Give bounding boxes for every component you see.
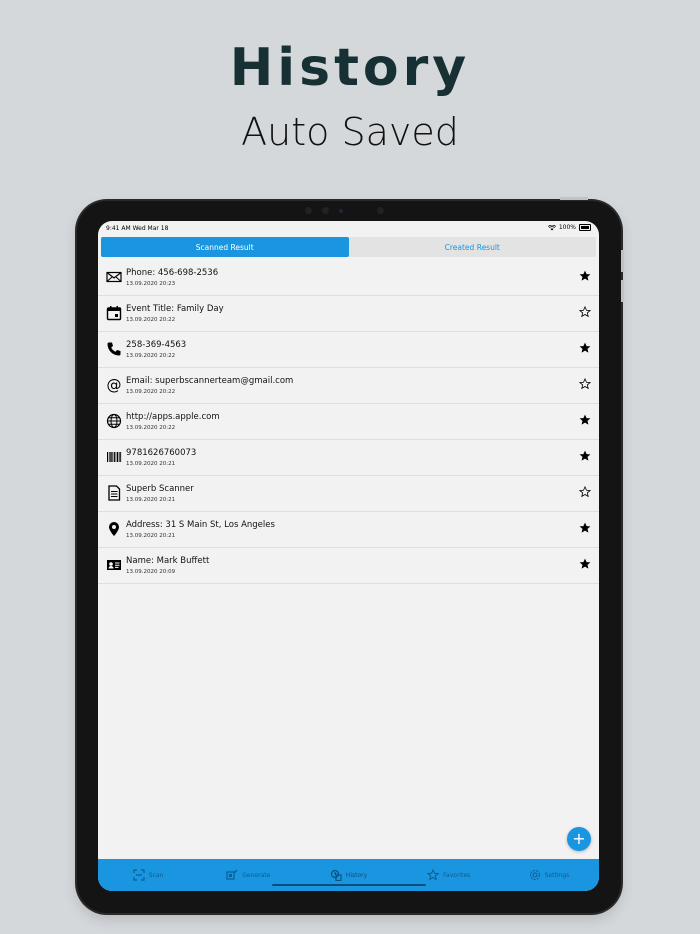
contact-card-icon xyxy=(107,560,121,570)
history-item-title: 9781626760073 xyxy=(126,448,197,458)
battery-icon xyxy=(579,224,591,231)
svg-text:@: @ xyxy=(107,377,122,393)
tab-label: Generate xyxy=(242,871,271,879)
history-item-title: Phone: 456-698-2536 xyxy=(126,268,219,278)
scan-icon xyxy=(133,869,145,881)
app-screen: 9:41 AM Wed Mar 18 100% Scanned Result C… xyxy=(98,221,599,891)
star-filled-icon[interactable] xyxy=(579,558,591,570)
volume-button xyxy=(621,280,624,302)
calendar-icon xyxy=(106,306,122,321)
tab-label: History xyxy=(345,871,368,879)
history-row[interactable]: Address: 31 S Main St, Los Angeles 13.09.… xyxy=(98,512,599,548)
history-row[interactable]: Phone: 456-698-2536 13.09.2020 20:23 xyxy=(98,260,599,296)
history-item-date: 13.09.2020 20:21 xyxy=(126,461,176,467)
volume-button xyxy=(621,250,624,272)
generate-icon xyxy=(226,869,238,880)
camera-cluster xyxy=(305,207,384,214)
history-row[interactable]: http://apps.apple.com 13.09.2020 20:22 xyxy=(98,404,599,440)
tab-label: Scan xyxy=(148,871,164,879)
tab-settings[interactable]: Settings xyxy=(499,859,599,891)
add-button[interactable]: + xyxy=(567,827,591,851)
history-item-date: 13.09.2020 20:09 xyxy=(126,569,176,575)
promo-subtitle: Auto Saved xyxy=(241,110,459,154)
tab-label: Favorites xyxy=(443,871,471,879)
history-item-date: 13.09.2020 20:22 xyxy=(126,425,176,431)
history-item-date: 13.09.2020 20:22 xyxy=(126,389,176,395)
status-right: 100% xyxy=(547,224,591,231)
document-icon xyxy=(108,485,121,501)
promo-title: History xyxy=(229,38,471,98)
star-filled-icon[interactable] xyxy=(579,342,591,354)
home-indicator xyxy=(272,884,426,886)
star-icon xyxy=(427,869,440,881)
location-pin-icon xyxy=(109,522,119,536)
star-filled-icon[interactable] xyxy=(579,522,591,534)
tab-scan[interactable]: Scan xyxy=(98,859,198,891)
tab-label: Settings xyxy=(544,871,570,879)
history-item-title: Address: 31 S Main St, Los Angeles xyxy=(126,520,275,530)
top-button xyxy=(560,197,588,200)
history-item-title: Email: superbscannerteam@gmail.com xyxy=(126,376,294,386)
globe-icon xyxy=(106,413,122,429)
history-item-date: 13.09.2020 20:21 xyxy=(126,497,176,503)
battery-percent: 100% xyxy=(558,224,576,231)
star-filled-icon[interactable] xyxy=(579,450,591,462)
phone-icon xyxy=(107,342,121,356)
history-row[interactable]: Event Title: Family Day 13.09.2020 20:22 xyxy=(98,296,599,332)
tab-bar: Scan Generate History Favorites Settings xyxy=(98,859,599,891)
history-item-date: 13.09.2020 20:23 xyxy=(126,281,176,287)
tab-favorites[interactable]: Favorites xyxy=(399,859,499,891)
star-filled-icon[interactable] xyxy=(579,270,591,282)
result-segmented-control: Scanned Result Created Result xyxy=(101,237,596,257)
envelope-icon xyxy=(106,271,122,283)
history-item-title: http://apps.apple.com xyxy=(126,412,220,422)
history-item-title: Name: Mark Buffett xyxy=(126,556,210,566)
star-outline-icon[interactable] xyxy=(579,378,591,390)
history-icon xyxy=(330,869,342,881)
history-row[interactable]: Name: Mark Buffett 13.09.2020 20:09 xyxy=(98,548,599,584)
star-outline-icon[interactable] xyxy=(579,486,591,498)
history-row[interactable]: 258-369-4563 13.09.2020 20:22 xyxy=(98,332,599,368)
tab-generate[interactable]: Generate xyxy=(198,859,298,891)
history-row[interactable]: Superb Scanner 13.09.2020 20:21 xyxy=(98,476,599,512)
status-time: 9:41 AM Wed Mar 18 xyxy=(106,225,169,232)
history-item-title: Superb Scanner xyxy=(126,484,194,494)
history-list: Phone: 456-698-2536 13.09.2020 20:23 Event… xyxy=(98,260,599,584)
status-bar: 9:41 AM Wed Mar 18 100% xyxy=(98,221,599,235)
segment-scanned-result[interactable]: Scanned Result xyxy=(101,237,349,257)
wifi-icon xyxy=(547,224,556,230)
barcode-icon xyxy=(107,452,122,462)
at-sign-icon: @ xyxy=(107,377,122,393)
history-row[interactable]: @ Email: superbscannerteam@gmail.com 13.09… xyxy=(98,368,599,404)
history-item-title: Event Title: Family Day xyxy=(126,304,224,314)
segment-created-result[interactable]: Created Result xyxy=(349,237,597,257)
history-row[interactable]: 9781626760073 13.09.2020 20:21 xyxy=(98,440,599,476)
history-item-date: 13.09.2020 20:22 xyxy=(126,353,176,359)
history-item-title: 258-369-4563 xyxy=(126,340,187,350)
history-item-date: 13.09.2020 20:21 xyxy=(126,533,176,539)
tab-history[interactable]: History xyxy=(298,859,398,891)
settings-icon xyxy=(529,869,540,881)
history-item-date: 13.09.2020 20:22 xyxy=(126,317,176,323)
star-filled-icon[interactable] xyxy=(579,414,591,426)
star-outline-icon[interactable] xyxy=(579,306,591,318)
